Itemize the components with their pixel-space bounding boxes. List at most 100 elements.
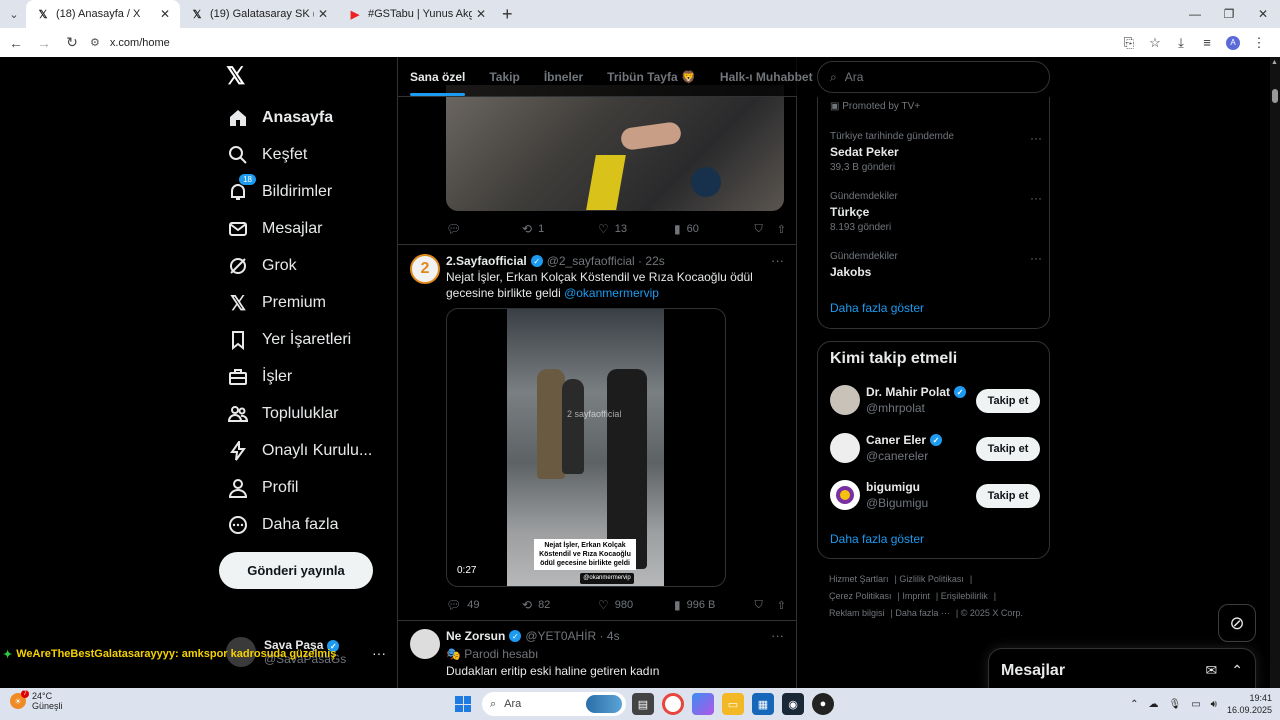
footer-link[interactable]: Reklam bilgisi (829, 608, 885, 618)
follow-button[interactable]: Takip et (976, 389, 1040, 413)
nav-more[interactable]: Daha fazla (226, 508, 339, 542)
footer-link[interactable]: Hizmet Şartları (829, 574, 889, 584)
share-icon[interactable]: ⇧ (777, 599, 786, 612)
avatar[interactable] (830, 433, 860, 463)
close-icon[interactable]: ✕ (476, 7, 486, 21)
tab-list-1[interactable]: İbneler (532, 57, 595, 96)
volume-icon[interactable]: 🔊︎ (1211, 699, 1217, 710)
follow-button[interactable]: Takip et (976, 484, 1040, 508)
tab-list-2[interactable]: Tribün Tayfa 🦁 (595, 57, 708, 96)
app-icon[interactable]: ● (812, 693, 834, 715)
tweet-time[interactable]: 4s (607, 629, 620, 643)
new-tab-icon[interactable]: + (502, 4, 513, 25)
views-button[interactable]: ▮ 60 (674, 222, 750, 236)
nav-messages[interactable]: Mesajlar (226, 212, 322, 246)
more-icon[interactable]: ··· (771, 628, 784, 643)
show-more-link[interactable]: Daha fazla göster (830, 532, 924, 546)
follow-suggestion[interactable]: Dr. Mahir Polat ✓ @mhrpolat Takip et (830, 385, 1040, 419)
scroll-up-icon[interactable]: ▲ (1271, 59, 1278, 66)
retweet-button[interactable]: ⟲ 82 (522, 598, 598, 612)
avatar[interactable] (410, 629, 440, 659)
trend-item[interactable]: Gündemdekiler Türkçe 8.193 gönderi ··· (830, 191, 1042, 233)
footer-link[interactable]: Daha fazla ··· (895, 608, 950, 618)
menu-icon[interactable]: ⋮ (1246, 35, 1272, 51)
nav-verified-orgs[interactable]: Onaylı Kurulu... (226, 434, 372, 468)
nav-explore[interactable]: Keşfet (226, 138, 307, 172)
nav-profile[interactable]: Profil (226, 471, 298, 505)
nav-notifications[interactable]: 18 Bildirimler (226, 173, 332, 209)
author-handle[interactable]: @YET0AHİR (525, 629, 596, 643)
nav-jobs[interactable]: İşler (226, 360, 292, 394)
install-app-icon[interactable]: ⎘ (1116, 35, 1142, 51)
more-icon[interactable]: ··· (372, 645, 386, 661)
display-icon[interactable]: ▭ (1191, 699, 1200, 710)
taskbar-search[interactable]: ⌕ Ara (482, 692, 626, 716)
x-logo-icon[interactable]: 𝕏 (226, 65, 250, 89)
browser-tab-3[interactable]: ▶ #GSTabu | Yunus Akgün & F... ✕ (338, 0, 496, 28)
maximize-icon[interactable]: ❐ (1212, 0, 1246, 28)
nav-communities[interactable]: Topluluklar (226, 397, 338, 431)
messages-drawer[interactable]: Mesajlar ✉ ⌃ (988, 648, 1256, 688)
footer-link[interactable]: Gizlilik Politikası (899, 574, 964, 584)
cloud-icon[interactable]: ☁ (1148, 699, 1158, 710)
follow-suggestion[interactable]: Caner Eler ✓ @canereler Takip et (830, 433, 1040, 467)
profile-avatar[interactable]: A (1226, 35, 1240, 50)
share-icon[interactable]: ⇧ (777, 223, 786, 236)
more-icon[interactable]: ··· (1030, 251, 1042, 265)
mention-link[interactable]: @okanmermervip (564, 286, 659, 300)
star-icon[interactable]: ☆ (1142, 35, 1168, 51)
tab-for-you[interactable]: Sana özel (398, 57, 477, 96)
post-button[interactable]: Gönderi yayınla (219, 552, 373, 589)
forward-icon[interactable]: → (32, 31, 56, 55)
minimize-icon[interactable]: — (1178, 0, 1212, 28)
close-icon[interactable]: ✕ (318, 7, 328, 21)
tab-list-3[interactable]: Halk-ı Muhabbet (708, 57, 825, 96)
clock[interactable]: 19:41 16.09.2025 (1227, 692, 1272, 716)
address-bar[interactable]: ⚙ x.com/home (90, 31, 1116, 55)
close-icon[interactable]: ✕ (160, 7, 170, 21)
more-icon[interactable]: ··· (1030, 131, 1042, 145)
chevron-up-icon[interactable]: ⌃ (1130, 699, 1138, 710)
show-more-link[interactable]: Daha fazla göster (830, 301, 924, 315)
weather-widget[interactable]: ☀ 7 24°C Güneşli (10, 690, 63, 711)
footer-link[interactable]: Çerez Politikası (829, 591, 892, 601)
reply-button[interactable]: 💬︎ 49 (446, 598, 522, 612)
file-explorer-icon[interactable]: ▭ (722, 693, 744, 715)
steam-icon[interactable]: ◉ (782, 693, 804, 715)
bookmark-icon[interactable]: ⛉ (755, 223, 763, 236)
avatar[interactable] (830, 480, 860, 510)
nav-bookmarks[interactable]: Yer İşaretleri (226, 323, 351, 357)
microphone-icon[interactable]: 🎙︎ (1168, 699, 1181, 710)
trend-item[interactable]: Gündemdekiler Jakobs ··· (830, 251, 1042, 279)
scrollbar[interactable] (1270, 57, 1280, 688)
author-name[interactable]: Ne Zorsun (446, 629, 505, 643)
trend-item[interactable]: Türkiye tarihinde gündemde Sedat Peker 3… (830, 131, 1042, 173)
author-handle[interactable]: @2_sayfaofficial (547, 254, 635, 268)
nav-premium[interactable]: 𝕏 Premium (226, 286, 326, 320)
follow-suggestion[interactable]: bigumigu @Bigumigu Takip et (830, 480, 1040, 514)
retweet-button[interactable]: ⟲ 1 (522, 222, 598, 236)
tweet-image[interactable] (446, 85, 784, 211)
footer-link[interactable]: Erişilebilirlik (941, 591, 988, 601)
like-button[interactable]: ♡ 980 (598, 598, 674, 612)
reply-button[interactable]: 💬︎ (446, 222, 522, 236)
tweet-video[interactable]: 2 sayfaofficial Nejat İşler, Erkan Kolça… (446, 308, 726, 587)
close-window-icon[interactable]: ✕ (1246, 0, 1280, 28)
more-icon[interactable]: ··· (1030, 191, 1042, 205)
media-icon[interactable]: ≡ (1194, 35, 1220, 50)
download-icon[interactable]: ⤓ (1168, 35, 1194, 51)
reload-icon[interactable]: ↻ (60, 31, 84, 55)
copilot-icon[interactable] (692, 693, 714, 715)
nav-grok[interactable]: Grok (226, 249, 297, 283)
avatar[interactable] (830, 385, 860, 415)
back-icon[interactable]: ← (4, 31, 28, 55)
tweet-time[interactable]: 22s (645, 254, 664, 268)
author-name[interactable]: 2.Sayfaofficial (446, 254, 527, 268)
footer-link[interactable]: Imprint (902, 591, 930, 601)
task-view-icon[interactable]: ▤ (632, 693, 654, 715)
windows-start-icon[interactable] (455, 696, 471, 712)
browser-tab-2[interactable]: 𝕏 (19) Galatasaray SK (@Galatasa... ✕ (180, 0, 338, 28)
tab-following[interactable]: Takip (477, 57, 531, 96)
tab-search-icon[interactable]: ⌄ (2, 2, 26, 26)
like-button[interactable]: ♡ 13 (598, 222, 674, 236)
